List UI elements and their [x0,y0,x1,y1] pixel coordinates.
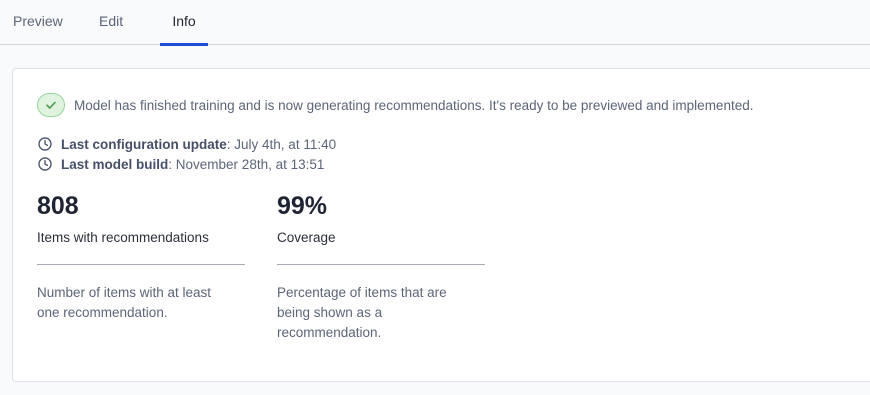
stat-label: Coverage [277,230,336,245]
clock-icon [38,137,52,151]
divider [37,264,245,265]
tab-preview[interactable]: Preview [13,0,63,45]
stat-description: Number of items with at least one recomm… [37,285,212,320]
status-row: Model has finished training and is now g… [37,92,753,118]
meta-separator: : [168,156,176,172]
last-model-build-label: Last model build [61,156,169,172]
last-model-build-value: November 28th, at 13:51 [175,156,325,172]
stat-value: 808 [37,192,79,220]
stat-items-with-recommendations: 808 Items with recommendations Number of… [37,191,245,323]
status-message: Model has finished training and is now g… [74,97,754,113]
divider [277,264,485,265]
tab-info[interactable]: Info [160,0,208,46]
check-icon [37,93,65,117]
model-meta: Last configuration update: July 4th, at … [38,134,336,174]
last-configuration-update-label: Last configuration update [61,136,227,152]
tab-edit[interactable]: Edit [99,0,123,45]
last-configuration-update-value: July 4th, at 11:40 [234,136,337,152]
stat-value: 99% [277,192,328,220]
clock-icon [38,157,52,171]
tab-bar: Preview Edit Info [0,0,870,46]
meta-separator: : [226,136,235,152]
last-model-build: Last model build: November 28th, at 13:5… [38,154,336,174]
last-configuration-update: Last configuration update: July 4th, at … [38,134,336,154]
info-card: Model has finished training and is now g… [12,68,870,382]
stat-description: Percentage of items that are being shown… [277,285,447,340]
stat-label: Items with recommendations [37,230,209,245]
stat-coverage: 99% Coverage Percentage of items that ar… [277,191,485,343]
